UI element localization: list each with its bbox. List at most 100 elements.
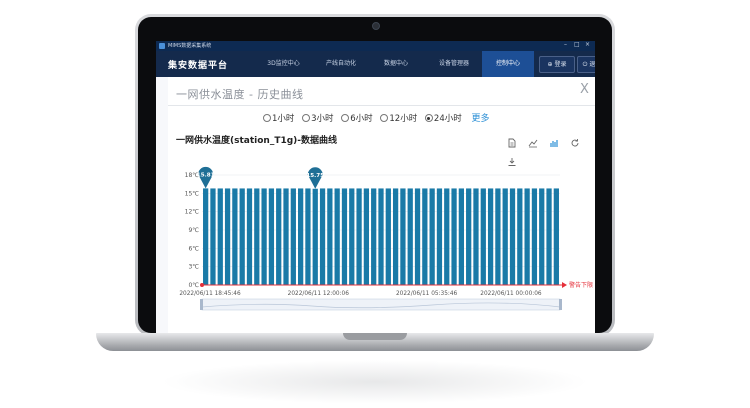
marker-label: 15.75 [306,173,324,179]
chart-markers: 15.81 15.75 [197,166,324,189]
nav-item-data-center[interactable]: 数据中心 [371,51,421,77]
bar [349,188,355,285]
radio-icon [263,114,271,122]
x-tick-label: 2022/06/11 12:00:06 [288,291,350,297]
bar [539,188,545,285]
title-divider [168,105,595,106]
bar [458,188,464,285]
bar [341,188,348,285]
bar [451,188,457,285]
maximize-icon[interactable]: □ [574,41,580,48]
bar [517,188,523,285]
range-option-6h[interactable]: 6小时 [341,112,373,124]
chart-bars [203,188,559,285]
camera-icon [372,22,380,30]
x-tick-label: 2022/06/11 05:35:46 [396,291,458,297]
marker-label: 15.81 [197,172,215,178]
bar [312,188,318,285]
minimize-icon[interactable]: – [564,41,567,48]
nav-item-control-center[interactable]: 控制中心 [482,51,534,77]
range-option-24h[interactable]: 24小时 [424,112,462,124]
range-option-3h[interactable]: 3小时 [302,112,334,124]
y-tick-label: 3℃ [188,264,199,271]
bar [436,188,443,285]
radio-icon [380,114,389,122]
exit-button[interactable]: ⏻ 退 [577,56,595,73]
laptop-reflection [160,360,590,404]
bar [298,188,304,285]
y-tick-label: 9℃ [188,227,199,234]
bar [224,188,231,285]
brand-title: 集安数据平台 [168,61,229,71]
x-tick-label: 2022/06/11 18:45:46 [179,291,241,297]
history-dialog: 一网供水温度 - 历史曲线 X 1小时 3小时 6小时 12小时 24小时 更多… [168,77,595,334]
y-tick-label: 15℃ [185,190,200,197]
x-tick-label: 2022/06/11 00:00:06 [480,291,542,297]
bar [546,188,552,285]
radio-icon [341,114,350,122]
range-option-12h[interactable]: 12小时 [380,112,417,124]
close-dialog-button[interactable]: X [580,82,589,97]
threshold-start-dot [200,283,204,287]
bar [407,188,413,285]
bar [210,188,216,285]
bar [509,188,516,285]
app-logo-icon [159,43,165,49]
range-label: 1小时 [272,114,295,124]
more-link[interactable]: 更多 [471,114,489,124]
bar [283,188,289,285]
close-window-icon[interactable]: × [585,41,590,48]
nav-item-production-automation[interactable]: 产线自动化 [316,51,366,77]
bar [356,188,362,285]
range-label: 12小时 [389,114,418,124]
bar [276,188,282,285]
bar [466,188,472,285]
bar [495,188,501,285]
threshold-arrow [562,282,567,288]
top-nav: 集安数据平台 3D监控中心 产线自动化 数据中心 设备管理器 控制中心 ⊕ 登录… [156,51,595,77]
y-tick-label: 12℃ [185,209,200,216]
x-axis: 2022/06/11 18:45:46 2022/06/11 12:00:06 20… [179,284,560,297]
bar [414,188,421,285]
range-label: 6小时 [350,114,373,124]
bar [217,188,223,285]
dialog-title: 一网供水温度 - 历史曲线 [176,88,304,101]
bar [524,188,530,285]
chart-toolbox [507,133,587,166]
bar [392,188,399,285]
bar [480,188,486,285]
zoom-handle-left [200,299,203,310]
bar [422,188,428,285]
bar [261,188,267,285]
bar [385,188,391,285]
bar [473,188,479,285]
window-titlebar: MIMS数据采集系统 – □ × [156,41,595,51]
bar [531,188,538,285]
radio-selected-icon [424,114,433,122]
bar [378,188,384,285]
bar [371,188,377,285]
bar [246,188,253,285]
nav-item-device-manager[interactable]: 设备管理器 [426,51,482,77]
y-tick-label: 0℃ [188,282,199,289]
bar [444,188,450,285]
bar [334,188,340,285]
nav-item-3d-monitor[interactable]: 3D监控中心 [256,51,311,77]
bar [254,188,260,285]
range-label: 24小时 [433,114,462,124]
range-label: 3小时 [311,114,334,124]
bar [290,188,296,285]
threshold-label: 警告下限 0 [569,281,595,289]
bar [203,188,209,285]
y-tick-label: 6℃ [188,245,199,252]
bar [319,188,326,285]
screen: MIMS数据采集系统 – □ × 集安数据平台 3D监控中心 产线自动化 数据中… [156,41,595,334]
bar [232,188,238,285]
bar [429,188,435,285]
bar [553,188,559,285]
y-axis: 0℃3℃6℃9℃12℃15℃18℃ [185,172,200,289]
bar [327,188,333,285]
range-option-1h[interactable]: 1小时 [263,112,294,124]
login-button[interactable]: ⊕ 登录 [539,56,575,73]
exit-label: 退 [589,61,595,68]
